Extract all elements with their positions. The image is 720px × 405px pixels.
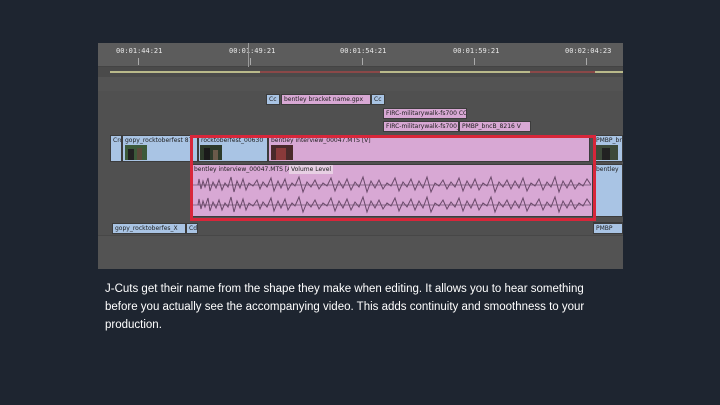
caption-text: J-Cuts get their name from the shape the… (105, 283, 585, 331)
render-segment (595, 71, 623, 73)
ruler-tick (138, 58, 139, 65)
render-segment (530, 71, 595, 73)
timeline-panel[interactable]: 00:01:44:21 00:01:49:21 00:01:54:21 00:0… (98, 43, 623, 269)
title-clip[interactable]: bentley bracket name.gpx (281, 94, 371, 105)
ruler-tick (362, 58, 363, 65)
ruler-tick (474, 58, 475, 65)
timecode-ruler[interactable]: 00:01:44:21 00:01:49:21 00:01:54:21 00:0… (98, 43, 623, 67)
j-cut-highlight-box (190, 135, 596, 221)
fx-badge[interactable]: Cd (186, 223, 198, 234)
render-segment (260, 71, 380, 73)
render-segment (380, 71, 530, 73)
playhead[interactable] (248, 43, 249, 69)
clip-label[interactable]: Cro (110, 135, 122, 162)
timecode-label: 00:01:49:21 (229, 47, 276, 55)
ruler-tick (250, 58, 251, 65)
audio-track: gopy_rocktoberfes_X Cd PMBP (98, 223, 623, 239)
timecode-label: 00:01:59:21 (453, 47, 500, 55)
timecode-label: 00:01:44:21 (116, 47, 163, 55)
fx-badge[interactable]: Cc (371, 94, 385, 105)
video-track: FIRC-militarywalk-fs700 CC FIRC-military… (98, 107, 623, 136)
render-bar (98, 67, 623, 77)
audio-clip[interactable]: gopy_rocktoberfes_X (112, 223, 186, 234)
ruler-tick (586, 58, 587, 65)
timecode-label: 00:02:04:23 (565, 47, 612, 55)
video-clip[interactable]: PMBP_bncB_8216 V (459, 121, 531, 132)
video-clip[interactable]: FIRC-militarywalk-fs700_C (383, 121, 459, 132)
fx-badge[interactable]: Cc (266, 94, 280, 105)
timecode-label: 00:01:54:21 (340, 47, 387, 55)
video-track: Cc bentley bracket name.gpx Cc (98, 91, 623, 108)
video-clip[interactable]: FIRC-militarywalk-fs700 CC (383, 108, 467, 119)
audio-clip[interactable]: bentley (593, 164, 623, 217)
video-thumbnail-icon (596, 145, 618, 160)
video-thumbnail-icon (125, 145, 147, 160)
render-segment (110, 71, 260, 73)
audio-clip[interactable]: PMBP (593, 223, 623, 234)
